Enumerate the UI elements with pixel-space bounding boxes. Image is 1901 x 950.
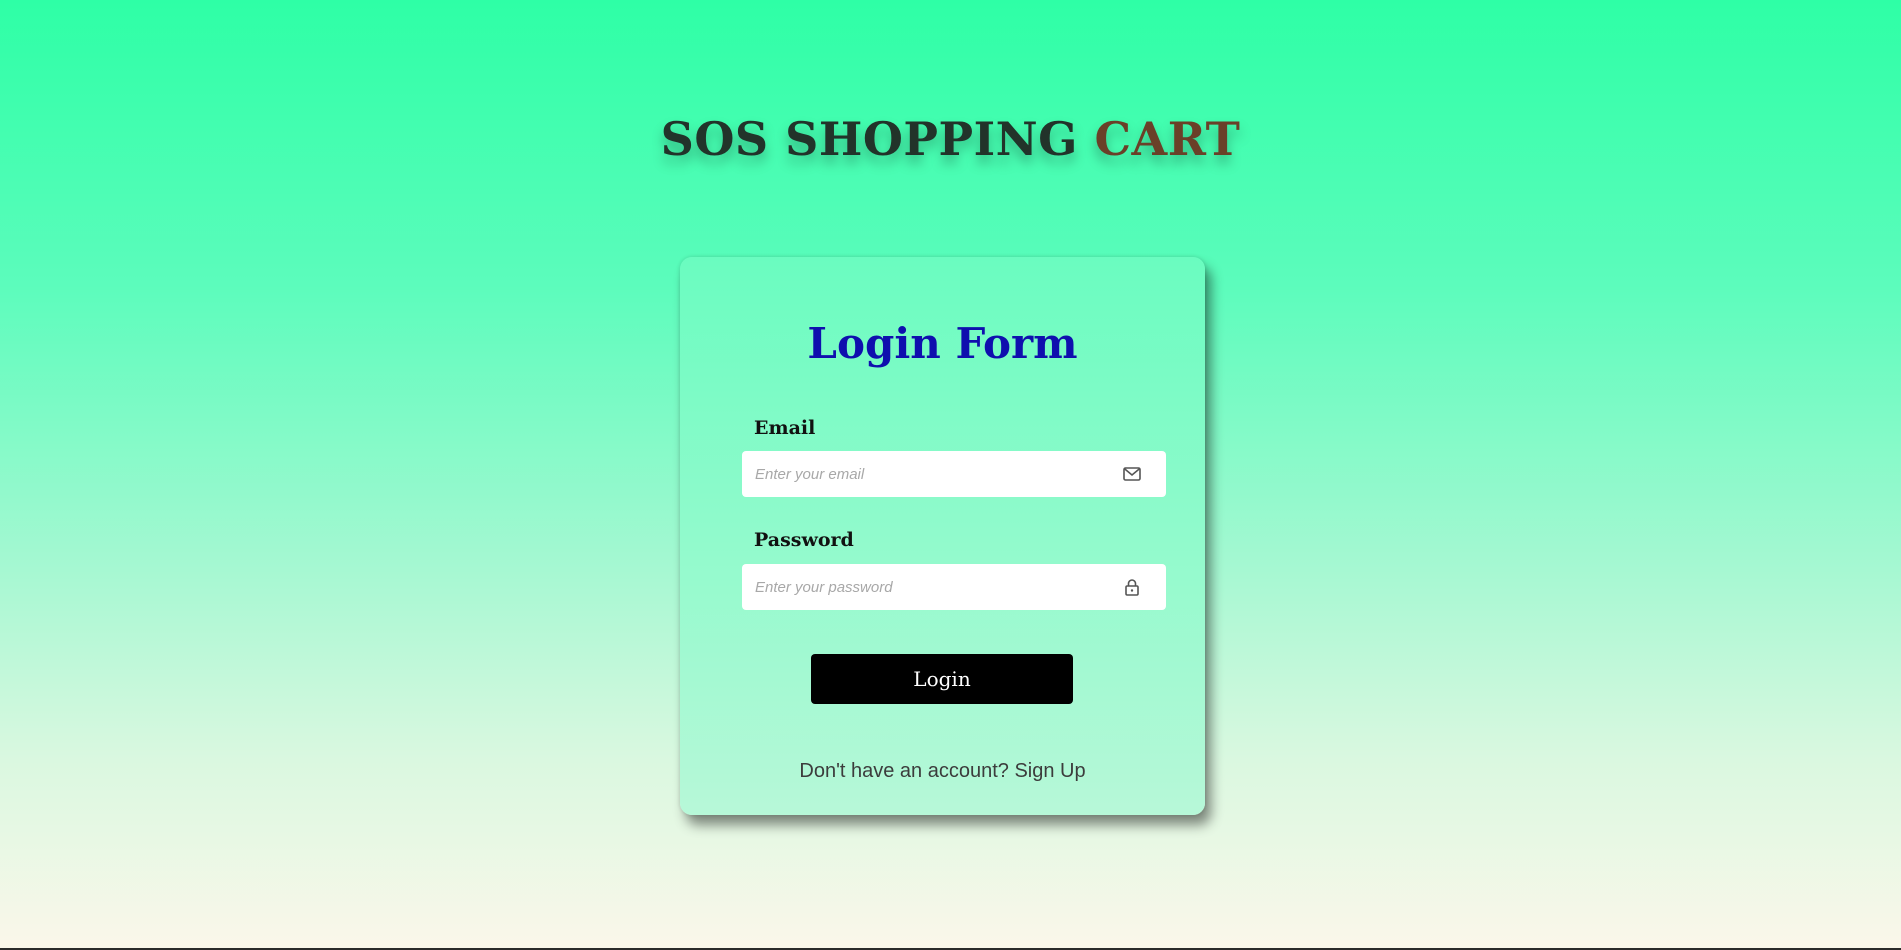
password-input-container: [742, 564, 1166, 610]
signup-prompt-text: Don't have an account?: [799, 760, 1009, 782]
login-button[interactable]: Login: [811, 654, 1073, 704]
brand-title-accent: CART: [1094, 112, 1241, 166]
site-brand-title: SOS SHOPPING CART: [0, 112, 1901, 166]
login-form-title: Login Form: [807, 319, 1078, 368]
email-label: Email: [754, 417, 816, 439]
password-input[interactable]: [742, 564, 1102, 610]
signup-prompt: Don't have an account? Sign Up: [680, 760, 1205, 783]
mail-icon: [1123, 467, 1141, 481]
lock-icon: [1125, 579, 1139, 596]
password-label: Password: [754, 529, 854, 551]
login-card: Login Form Email Password Login Don't ha…: [680, 257, 1205, 815]
brand-title-main: SOS SHOPPING: [660, 112, 1078, 166]
email-input-container: [742, 451, 1166, 497]
signup-link[interactable]: Sign Up: [1014, 760, 1085, 782]
email-input[interactable]: [742, 451, 1102, 497]
